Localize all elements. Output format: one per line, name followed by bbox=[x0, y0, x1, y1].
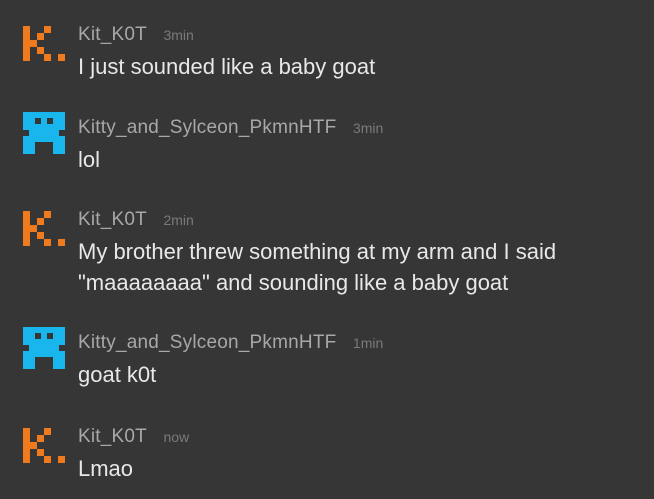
user-avatar[interactable] bbox=[23, 327, 65, 369]
username[interactable]: Kit_K0T bbox=[78, 209, 147, 230]
message-header: Kit_K0T 2min bbox=[78, 209, 194, 231]
message-header: Kitty_and_Sylceon_PkmnHTF 1min bbox=[78, 332, 383, 354]
user-avatar[interactable] bbox=[23, 211, 65, 253]
user-avatar[interactable] bbox=[23, 26, 65, 68]
message-header: Kit_K0T 3min bbox=[78, 24, 194, 46]
blue-pixel-avatar-icon bbox=[23, 327, 65, 369]
username[interactable]: Kitty_and_Sylceon_PkmnHTF bbox=[78, 332, 336, 353]
message-text: My brother threw something at my arm and… bbox=[78, 239, 557, 295]
message-text: goat k0t bbox=[78, 362, 157, 387]
message-text: lol bbox=[78, 147, 101, 172]
orange-pixel-k-avatar-icon bbox=[23, 428, 65, 463]
timestamp: 3min bbox=[352, 120, 384, 136]
user-avatar[interactable] bbox=[23, 112, 65, 154]
timestamp: 2min bbox=[163, 212, 194, 228]
orange-pixel-k-avatar-icon bbox=[23, 26, 65, 61]
timestamp: 1min bbox=[352, 335, 384, 351]
blue-pixel-avatar-icon bbox=[23, 112, 65, 154]
message-text: Lmao bbox=[78, 456, 134, 481]
username[interactable]: Kitty_and_Sylceon_PkmnHTF bbox=[78, 117, 336, 138]
message-header: Kit_K0T now bbox=[78, 426, 189, 448]
orange-pixel-k-avatar-icon bbox=[23, 211, 65, 246]
timestamp: 3min bbox=[163, 27, 194, 43]
message-text: I just sounded like a baby goat bbox=[78, 54, 376, 79]
message-header: Kitty_and_Sylceon_PkmnHTF 3min bbox=[78, 117, 383, 139]
username[interactable]: Kit_K0T bbox=[78, 426, 147, 447]
timestamp: now bbox=[163, 429, 190, 445]
user-avatar[interactable] bbox=[23, 428, 65, 470]
username[interactable]: Kit_K0T bbox=[78, 24, 147, 45]
